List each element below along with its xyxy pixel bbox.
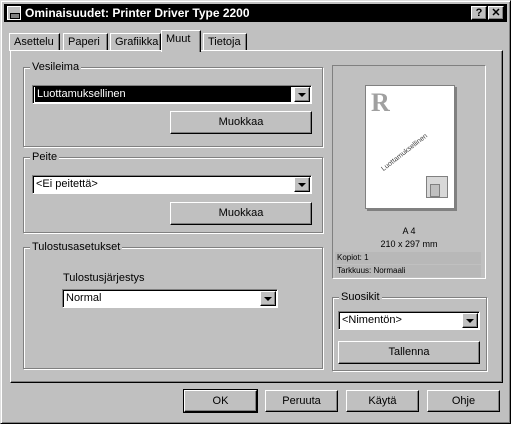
apply-button[interactable]: Käytä [346,390,419,412]
favorites-select-value: <Nimentön> [342,314,402,326]
tab-asettelu[interactable]: Asettelu [9,33,60,51]
resolution-info: Tarkkuus: Normaali [335,265,481,277]
overlay-edit-button[interactable]: Muokkaa [170,202,312,225]
tab-tietoja[interactable]: Tietoja [203,33,247,51]
tab-muut[interactable]: Muut [161,30,201,52]
favorites-save-button[interactable]: Tallenna [338,341,480,364]
chevron-down-icon[interactable] [260,291,276,306]
favorites-group-label: Suosikit [339,290,382,304]
help-footer-button[interactable]: Ohje [427,390,500,412]
favorites-select[interactable]: <Nimentön> [338,311,480,330]
overlay-select-value: <Ei peitettä> [36,178,98,190]
watermark-edit-button[interactable]: Muokkaa [170,111,312,134]
help-button[interactable]: ? [471,6,487,20]
chevron-down-icon[interactable] [294,87,310,102]
title-bar[interactable]: Ominaisuudet: Printer Driver Type 2200 ?… [4,4,507,22]
tab-grafiikka[interactable]: Grafiikka [110,33,161,51]
watermark-group: Vesileima [23,60,323,147]
paper-size: 210 x 297 mm [380,239,438,249]
preview-area: R Luottamuksellinen A 4 210 x 297 mm Kop… [332,65,486,279]
output-settings-group-label: Tulostusasetukset [30,240,123,254]
copies-info: Kopiot: 1 [335,252,481,264]
paper-name: A 4 [402,226,416,236]
tab-paperi[interactable]: Paperi [63,33,108,51]
watermark-preview-text: Luottamuksellinen [380,132,430,173]
properties-dialog: Ominaisuudet: Printer Driver Type 2200 ?… [0,0,511,424]
print-order-select-value: Normal [66,292,102,304]
print-order-select[interactable]: Normal [62,289,278,308]
print-order-label: Tulostusjärjestys [63,272,145,284]
output-settings-group: Tulostusasetukset [23,240,323,369]
overlay-preview-icon [426,176,448,198]
ok-button[interactable]: OK [183,389,258,413]
printer-icon [7,6,21,20]
watermark-select-value: Luottamuksellinen [35,87,291,102]
chevron-down-icon[interactable] [462,313,478,328]
overlay-group-label: Peite [30,150,60,164]
paper-preview: R Luottamuksellinen [365,85,455,209]
watermark-group-label: Vesileima [30,60,82,74]
chevron-down-icon[interactable] [294,177,310,192]
close-button[interactable]: ✕ [488,6,504,20]
cancel-button[interactable]: Peruuta [265,390,338,412]
watermark-select[interactable]: Luottamuksellinen [32,85,312,104]
paper-letter: R [371,88,390,117]
overlay-select[interactable]: <Ei peitettä> [32,175,312,194]
window-title: Ominaisuudet: Printer Driver Type 2200 [25,6,250,20]
